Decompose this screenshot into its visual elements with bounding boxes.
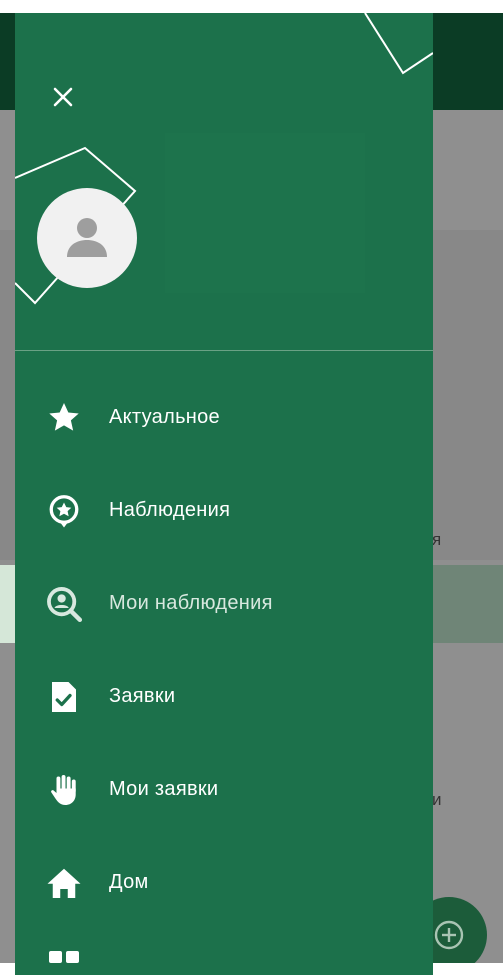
decorative-shapes [15, 13, 433, 305]
menu-item-aktualnoe[interactable]: Актуальное [15, 371, 433, 464]
header-divider [15, 350, 433, 351]
menu-item-zayavki[interactable]: Заявки [15, 650, 433, 743]
navigation-drawer: Актуальное Наблюдения Мои наблюдения Зая… [15, 13, 433, 975]
home-icon [45, 864, 83, 902]
menu-item-dom[interactable]: Дом [15, 836, 433, 929]
background-text-fragment: я [432, 530, 442, 549]
menu-item-moi-nablyudeniya[interactable]: Мои наблюдения [15, 557, 433, 650]
menu-item-partial[interactable] [15, 929, 433, 969]
grid-icon [45, 937, 83, 975]
drawer-header [15, 13, 433, 350]
menu-item-label: Мои заявки [109, 778, 219, 800]
menu-item-nablyudeniya[interactable]: Наблюдения [15, 464, 433, 557]
close-button[interactable] [45, 79, 81, 115]
menu-item-label: Заявки [109, 685, 176, 707]
star-badge-icon [45, 492, 83, 530]
document-check-icon [45, 678, 83, 716]
menu-item-label: Актуальное [109, 406, 220, 428]
menu-item-label: Наблюдения [109, 499, 231, 521]
highlighted-row-dimmed [433, 565, 503, 643]
search-person-icon [45, 585, 83, 623]
status-strip [0, 0, 503, 13]
menu-item-label: Дом [109, 871, 149, 893]
background-text-fragment: и [432, 790, 442, 809]
hand-icon [45, 771, 83, 809]
drawer-menu: Актуальное Наблюдения Мои наблюдения Зая… [15, 371, 433, 969]
menu-item-label: Мои наблюдения [109, 592, 273, 614]
person-icon [67, 218, 107, 257]
close-icon [53, 87, 73, 107]
menu-item-moi-zayavki[interactable]: Мои заявки [15, 743, 433, 836]
avatar[interactable] [37, 188, 137, 288]
star-icon [45, 399, 83, 437]
